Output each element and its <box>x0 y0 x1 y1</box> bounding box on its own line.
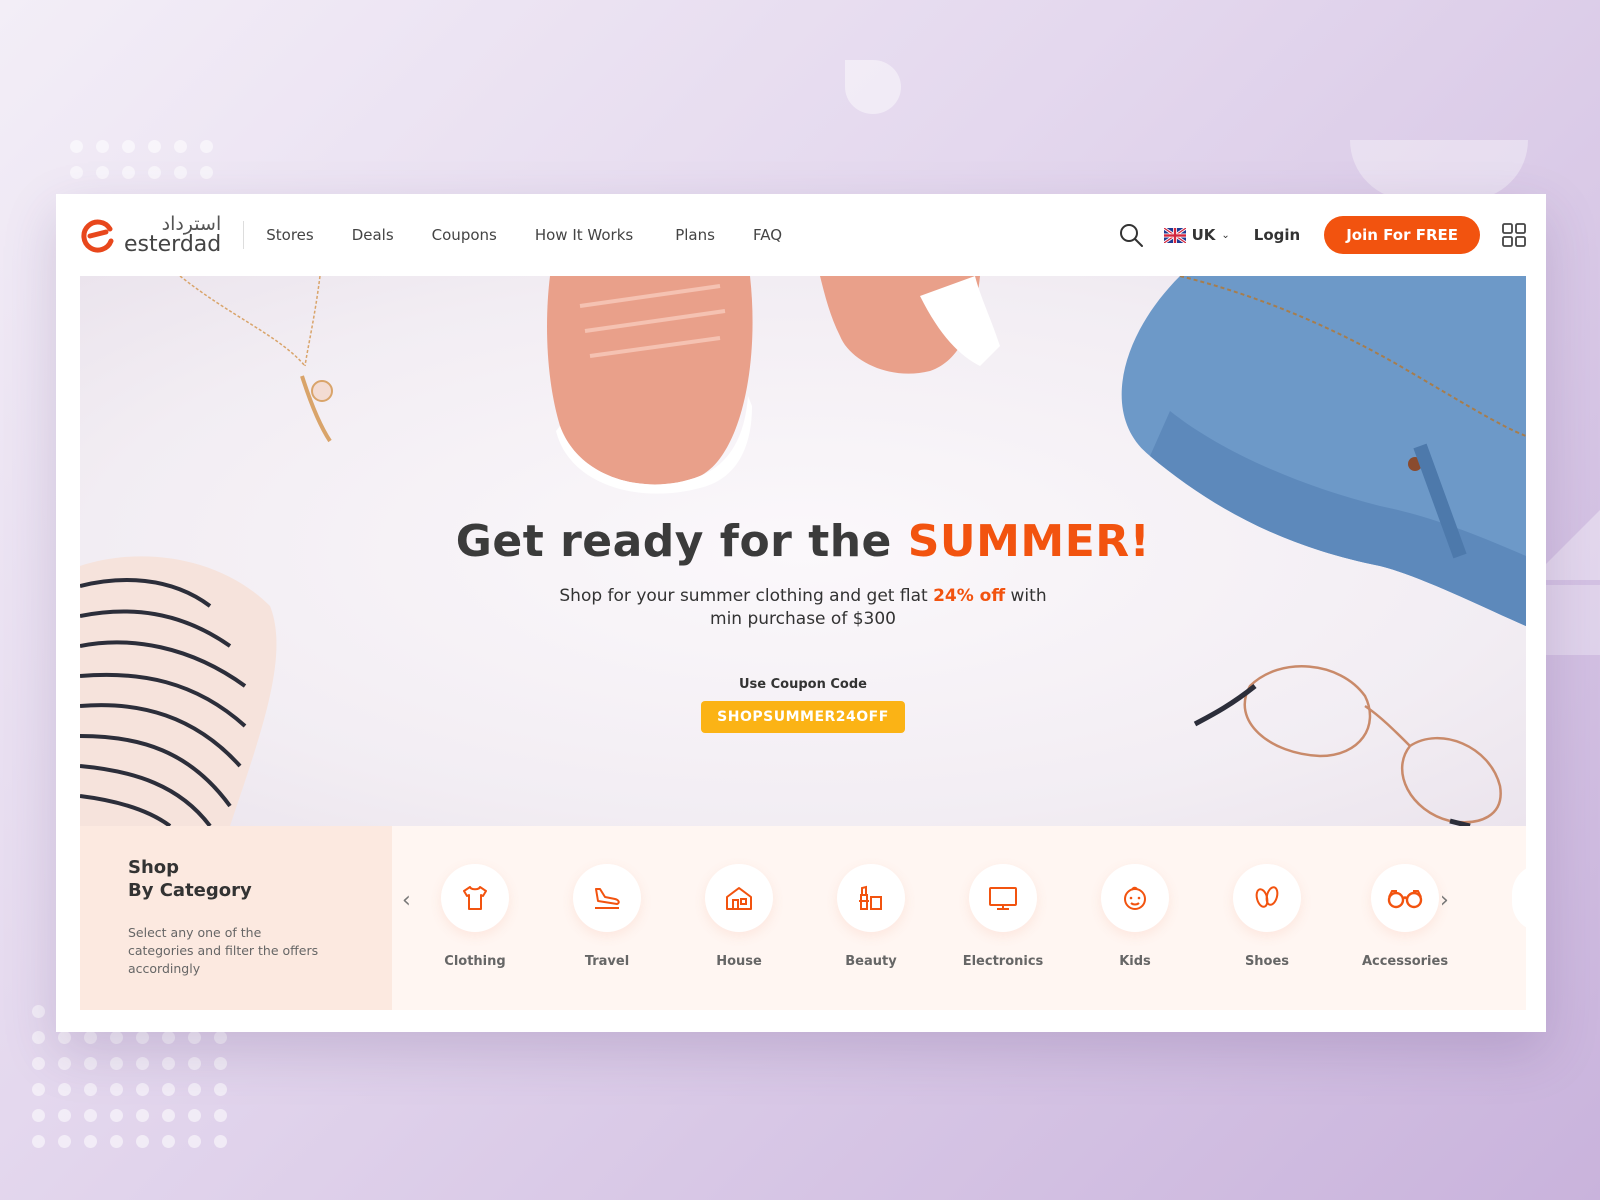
nav-coupons[interactable]: Coupons <box>432 226 497 244</box>
necklace-image <box>179 276 333 443</box>
footprints-icon <box>1255 886 1279 908</box>
hero-subtitle-pre: Shop for your summer clothing and get fl… <box>559 586 934 606</box>
search-icon[interactable] <box>1118 222 1144 248</box>
category-shoes[interactable]: Shoes <box>1217 864 1317 969</box>
nav-how-it-works[interactable]: How It Works <box>535 226 633 244</box>
category-label: Beauty <box>845 954 897 969</box>
category-label: Accessories <box>1361 954 1449 969</box>
coupon-label: Use Coupon Code <box>739 677 867 692</box>
category-kids[interactable]: Kids <box>1085 864 1185 969</box>
category-description: Select any one of the categories and fil… <box>128 925 319 976</box>
logo-mark-icon <box>81 219 114 253</box>
category-label: Clothing <box>444 954 506 969</box>
category-next-peek <box>1512 864 1542 932</box>
app-grid-icon[interactable] <box>1502 223 1526 247</box>
sneakers-image <box>547 276 1000 494</box>
background-dots <box>70 140 213 179</box>
category-accessories[interactable]: Accessories <box>1355 864 1455 969</box>
hero-subtitle: Shop for your summer clothing and get fl… <box>80 585 1526 631</box>
logo-arabic-text: استرداد <box>161 212 222 235</box>
category-label: Kids <box>1119 954 1151 969</box>
category-travel[interactable]: Travel <box>557 864 657 969</box>
monitor-icon <box>989 887 1017 910</box>
plane-landing-icon <box>595 888 620 909</box>
category-label: Electronics <box>962 954 1044 969</box>
nav-deals[interactable]: Deals <box>352 226 394 244</box>
join-button[interactable]: Join For FREE <box>1324 216 1480 254</box>
hero-title-main: Get ready for the <box>455 516 908 567</box>
uk-flag-icon <box>1163 227 1186 243</box>
browser-page: استرداد esterdad Stores Deals Coupons Ho… <box>56 194 1546 1032</box>
baby-face-icon <box>1124 886 1146 910</box>
logo-text: esterdad <box>124 231 222 257</box>
category-intro: Shop By Category Select any one of the c… <box>80 826 392 1010</box>
category-heading-line1: Shop <box>128 857 180 878</box>
category-carousel: Clothing Travel House Beauty Electronics… <box>425 864 1448 984</box>
chevron-down-icon: ⌄ <box>1221 229 1230 241</box>
shirt-icon <box>463 886 487 910</box>
background-shape <box>1350 140 1528 200</box>
category-label: Travel <box>584 954 630 969</box>
logo[interactable]: استرداد esterdad <box>80 212 222 257</box>
top-navigation-bar: استرداد esterdad Stores Deals Coupons Ho… <box>56 194 1546 276</box>
nav-stores[interactable]: Stores <box>266 226 313 244</box>
carousel-next-icon[interactable]: › <box>1440 888 1449 913</box>
nav-plans[interactable]: Plans <box>675 226 715 244</box>
house-icon <box>726 887 752 910</box>
background-blob <box>845 60 901 114</box>
carousel-prev-icon[interactable]: ‹ <box>402 888 411 913</box>
hero-subtitle-post: with <box>1005 586 1047 606</box>
nav-faq[interactable]: FAQ <box>753 226 782 244</box>
language-selector[interactable]: UK ⌄ <box>1163 226 1230 244</box>
category-electronics[interactable]: Electronics <box>953 864 1053 969</box>
divider <box>243 221 245 249</box>
category-clothing[interactable]: Clothing <box>425 864 525 969</box>
cosmetics-icon <box>859 885 882 910</box>
hero-discount: 24% off <box>933 586 1006 606</box>
coupon-code-badge[interactable]: SHOPSUMMER24OFF <box>701 701 905 733</box>
main-nav: Stores Deals Coupons How It Works Plans … <box>266 226 820 244</box>
category-house[interactable]: House <box>689 864 789 969</box>
category-label: House <box>716 954 762 969</box>
category-label: Shoes <box>1244 954 1290 969</box>
language-label: UK <box>1191 226 1216 244</box>
hero-title-accent: SUMMER! <box>907 516 1151 567</box>
category-beauty[interactable]: Beauty <box>821 864 921 969</box>
shop-by-category: Shop By Category Select any one of the c… <box>80 826 1542 1010</box>
category-heading-line2: By Category <box>128 880 252 901</box>
hero-subtitle-line2: min purchase of $300 <box>710 609 896 629</box>
login-link[interactable]: Login <box>1254 226 1300 244</box>
hero-banner: Get ready for the SUMMER! Shop for your … <box>80 276 1526 826</box>
hero-title: Get ready for the SUMMER! <box>80 516 1526 567</box>
category-heading: Shop By Category <box>128 856 392 902</box>
glasses-icon <box>1387 890 1423 909</box>
